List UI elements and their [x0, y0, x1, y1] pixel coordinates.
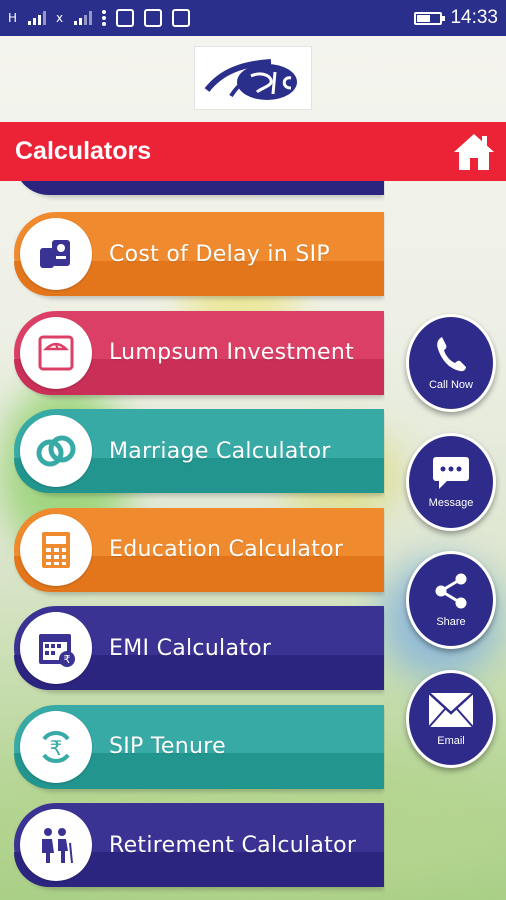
calculator-label: Cost of Delay in SIP	[109, 241, 330, 267]
weighing-scale-icon	[20, 316, 92, 389]
elderly-couple-icon	[20, 809, 92, 881]
calculator-icon	[20, 513, 92, 586]
calculator-item-sip-tenure[interactable]: ₹ SIP Tenure	[14, 704, 384, 789]
email-icon	[427, 691, 475, 733]
calculator-item-cost-of-delay-in-sip[interactable]: Cost of Delay in SIP	[14, 212, 384, 296]
share-button[interactable]: Share	[406, 551, 496, 649]
company-logo-icon	[204, 59, 297, 100]
music-notification-icon	[116, 9, 135, 27]
action-label: Message	[428, 497, 474, 509]
action-label: Call Now	[428, 379, 473, 391]
status-bar: H x 14:33	[0, 0, 506, 36]
calculator-label: Retirement Calculator	[109, 832, 357, 858]
message-icon	[431, 455, 471, 495]
call-now-button[interactable]: Call Now	[406, 314, 496, 412]
phone-icon	[434, 335, 468, 377]
home-button[interactable]	[452, 130, 496, 174]
network-type-text: H	[8, 11, 19, 25]
calculator-label: EMI Calculator	[109, 635, 272, 661]
calendar-rupee-icon: ₹	[20, 612, 92, 684]
calculator-list: Cost of Delay in SIP Lumpsum Investment Ma…	[14, 181, 385, 900]
sim-notification-icon	[144, 9, 163, 27]
signal-icon-2	[74, 11, 93, 25]
no-signal-text: x	[56, 11, 65, 25]
app-title-bar: Calculators	[0, 122, 506, 181]
calculator-item-emi-calculator[interactable]: ₹ EMI Calculator	[14, 606, 384, 690]
logo-area	[0, 36, 506, 120]
calculator-label: Marriage Calculator	[109, 438, 331, 464]
calculator-label: Lumpsum Investment	[109, 340, 355, 365]
home-icon	[454, 134, 494, 170]
app-logo	[194, 46, 312, 110]
email-button[interactable]: Email	[406, 670, 496, 768]
status-right: 14:33	[414, 7, 498, 29]
more-icon	[102, 10, 107, 26]
status-left: H x	[8, 9, 191, 27]
rings-icon	[20, 415, 92, 487]
svg-text:₹: ₹	[50, 736, 63, 760]
calculator-item-marriage-calculator[interactable]: Marriage Calculator	[14, 409, 384, 493]
calculator-item-education-calculator[interactable]: Education Calculator	[14, 507, 384, 592]
share-icon	[433, 572, 469, 614]
battery-icon	[414, 11, 446, 25]
svg-text:₹: ₹	[64, 653, 71, 666]
rupee-cycle-icon: ₹	[20, 710, 92, 783]
hand-money-icon	[20, 218, 92, 290]
calculator-label: Education Calculator	[109, 537, 344, 562]
message-button[interactable]: Message	[406, 433, 496, 531]
image-notification-icon	[172, 9, 191, 27]
action-label: Email	[437, 735, 465, 747]
calculator-item-partial[interactable]	[14, 181, 384, 195]
action-label: Share	[436, 616, 466, 628]
signal-icon	[28, 11, 47, 25]
calculator-item-retirement-calculator[interactable]: Retirement Calculator	[14, 803, 384, 887]
page-title: Calculators	[15, 137, 152, 165]
calculator-item-lumpsum-investment[interactable]: Lumpsum Investment	[14, 310, 384, 395]
status-time: 14:33	[450, 7, 498, 28]
calculator-label: SIP Tenure	[109, 734, 226, 759]
